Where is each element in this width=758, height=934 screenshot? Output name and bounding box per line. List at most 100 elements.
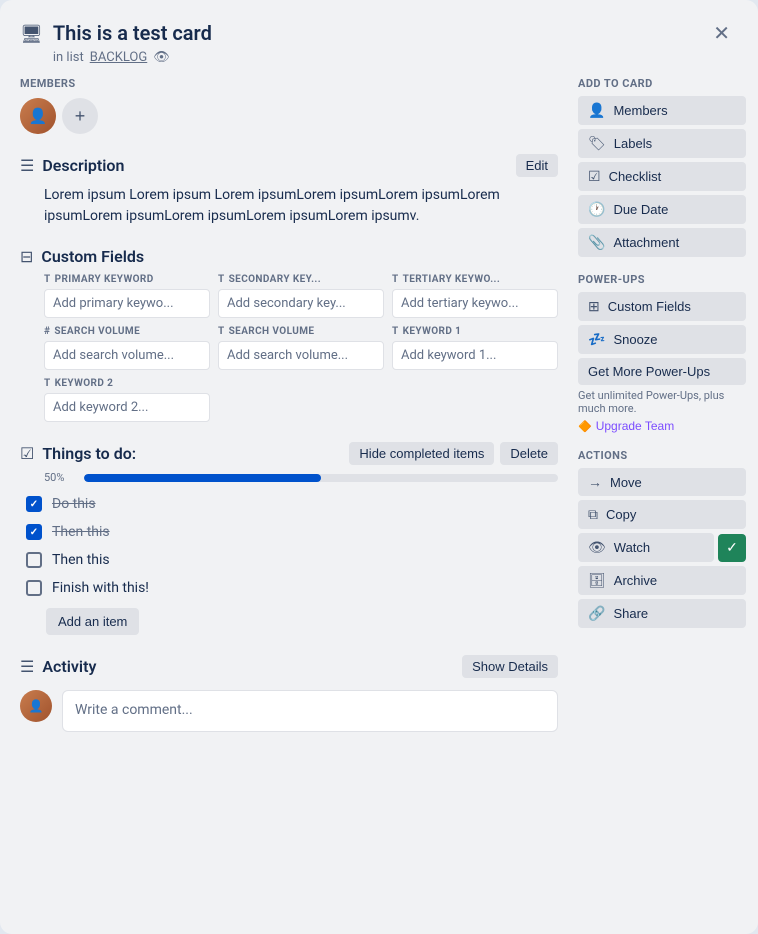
snooze-powerup-icon: 💤 (588, 331, 605, 348)
field-input-secondary[interactable]: Add secondary key... (218, 289, 384, 318)
progress-percentage: 50% (44, 471, 76, 484)
field-input-tertiary[interactable]: Add tertiary keywo... (392, 289, 558, 318)
field-input-primary[interactable]: Add primary keywo... (44, 289, 210, 318)
comment-input[interactable]: Write a comment... (62, 690, 558, 732)
modal-body: MEMBERS 👤 + ☰ Description Edit Lorem ips… (0, 65, 758, 934)
move-action-button[interactable]: → Move (578, 468, 746, 496)
activity-icon: ☰ (20, 657, 34, 676)
watch-icon[interactable]: 👁 (153, 50, 170, 65)
field-label-kw1: T KEYWORD 1 (392, 326, 558, 337)
delete-checklist-button[interactable]: Delete (500, 442, 558, 465)
checklist-sidebar-button[interactable]: ☑ Checklist (578, 162, 746, 191)
upgrade-team-label: Upgrade Team (596, 419, 675, 433)
checklist-sidebar-icon: ☑ (588, 168, 601, 185)
archive-action-label: Archive (614, 573, 657, 588)
checklist-header: ☑ Things to do: Hide completed items Del… (20, 442, 558, 465)
custom-fields-header: ⊟ Custom Fields (20, 247, 558, 266)
labels-sidebar-label: Labels (614, 136, 652, 151)
checkbox-3[interactable] (26, 552, 42, 568)
field-input-sv1[interactable]: Add search volume... (44, 341, 210, 370)
description-text: Lorem ipsum Lorem ipsum Lorem ipsumLorem… (20, 185, 558, 227)
checklist-item: Then this (20, 520, 558, 544)
checkbox-4[interactable] (26, 580, 42, 596)
add-member-button[interactable]: + (62, 98, 98, 134)
custom-fields-powerup-label: Custom Fields (608, 299, 691, 314)
add-item-button[interactable]: Add an item (46, 608, 139, 635)
card-list-info: in list BACKLOG 👁 (53, 50, 695, 65)
list-link[interactable]: BACKLOG (90, 50, 148, 65)
members-section: MEMBERS 👤 + (20, 77, 558, 134)
checklist-item: Do this (20, 492, 558, 516)
field-type-icon-6: T (392, 326, 399, 337)
custom-fields-icon: ⊟ (20, 247, 33, 266)
members-sidebar-button[interactable]: 👤 Members (578, 96, 746, 125)
checklist-title: Things to do: (42, 444, 341, 463)
item-text-4: Finish with this! (52, 580, 149, 596)
comment-avatar: 👤 (20, 690, 52, 722)
list-prefix: in list (53, 50, 84, 65)
field-keyword-1: T KEYWORD 1 Add keyword 1... (392, 326, 558, 370)
field-label-text-2: SECONDARY KEY... (229, 274, 321, 285)
custom-fields-section: ⊟ Custom Fields T PRIMARY KEYWORD Add pr… (20, 247, 558, 422)
add-to-card-label: ADD TO CARD (578, 77, 746, 90)
field-primary-keyword: T PRIMARY KEYWORD Add primary keywo... (44, 274, 210, 318)
upgrade-team-button[interactable]: 🔶 Upgrade Team (578, 419, 674, 433)
description-edit-button[interactable]: Edit (516, 154, 558, 177)
copy-action-button[interactable]: ⧉ Copy (578, 500, 746, 529)
header-text-area: This is a test card in list BACKLOG 👁 (53, 20, 695, 65)
custom-fields-powerup-button[interactable]: ⊞ Custom Fields (578, 292, 746, 321)
share-action-icon: 🔗 (588, 605, 605, 622)
field-type-icon-7: T (44, 378, 51, 389)
field-label-sv1: # SEARCH VOLUME (44, 326, 210, 337)
watch-check-indicator[interactable]: ✓ (718, 534, 746, 562)
description-title: Description (42, 156, 507, 175)
field-keyword-2: T KEYWORD 2 Add keyword 2... (44, 378, 210, 422)
labels-sidebar-button[interactable]: 🏷 Labels (578, 129, 746, 158)
activity-title: Activity (42, 657, 454, 676)
due-date-sidebar-button[interactable]: 🕐 Due Date (578, 195, 746, 224)
field-search-volume-1: # SEARCH VOLUME Add search volume... (44, 326, 210, 370)
avatar[interactable]: 👤 (20, 98, 56, 134)
checklist-item: Then this (20, 548, 558, 572)
attachment-sidebar-button[interactable]: 📎 Attachment (578, 228, 746, 257)
checklist-icon: ☑ (20, 444, 34, 463)
field-type-icon-5: T (218, 326, 225, 337)
item-text-1: Do this (52, 496, 96, 512)
progress-bar-background (84, 474, 558, 482)
field-search-volume-2: T SEARCH VOLUME Add search volume... (218, 326, 384, 370)
watch-action-label: Watch (614, 540, 650, 555)
avatar-image: 👤 (20, 98, 56, 134)
field-label-text-4: SEARCH VOLUME (54, 326, 140, 337)
snooze-powerup-button[interactable]: 💤 Snooze (578, 325, 746, 354)
field-input-kw2[interactable]: Add keyword 2... (44, 393, 210, 422)
watch-action-button[interactable]: 👁 Watch (578, 533, 714, 562)
get-more-powerups-button[interactable]: Get More Power-Ups (578, 358, 746, 385)
show-details-button[interactable]: Show Details (462, 655, 558, 678)
actions-label: ACTIONS (578, 449, 746, 462)
activity-section: ☰ Activity Show Details 👤 Write a commen… (20, 655, 558, 732)
field-type-icon-3: T (392, 274, 399, 285)
description-section: ☰ Description Edit Lorem ipsum Lorem ips… (20, 154, 558, 227)
field-input-kw1[interactable]: Add keyword 1... (392, 341, 558, 370)
snooze-powerup-label: Snooze (613, 332, 657, 347)
members-row: 👤 + (20, 98, 558, 134)
field-label-text-5: SEARCH VOLUME (229, 326, 315, 337)
archive-action-icon: 🗄 (588, 572, 606, 589)
get-more-powerups-label: Get More Power-Ups (588, 364, 710, 379)
field-label-text-6: KEYWORD 1 (403, 326, 462, 337)
card-modal: 🖥 This is a test card in list BACKLOG 👁 … (0, 0, 758, 934)
share-action-button[interactable]: 🔗 Share (578, 599, 746, 628)
field-input-sv2[interactable]: Add search volume... (218, 341, 384, 370)
hide-completed-button[interactable]: Hide completed items (349, 442, 494, 465)
checkbox-2[interactable] (26, 524, 42, 540)
due-date-sidebar-icon: 🕐 (588, 201, 605, 218)
checklist-sidebar-label: Checklist (609, 169, 662, 184)
members-sidebar-icon: 👤 (588, 102, 605, 119)
close-button[interactable]: ✕ (705, 20, 738, 48)
custom-fields-powerup-icon: ⊞ (588, 298, 600, 315)
card-type-icon: 🖥 (20, 24, 43, 45)
field-label-sv2: T SEARCH VOLUME (218, 326, 384, 337)
upgrade-icon: 🔶 (578, 420, 592, 433)
archive-action-button[interactable]: 🗄 Archive (578, 566, 746, 595)
checkbox-1[interactable] (26, 496, 42, 512)
